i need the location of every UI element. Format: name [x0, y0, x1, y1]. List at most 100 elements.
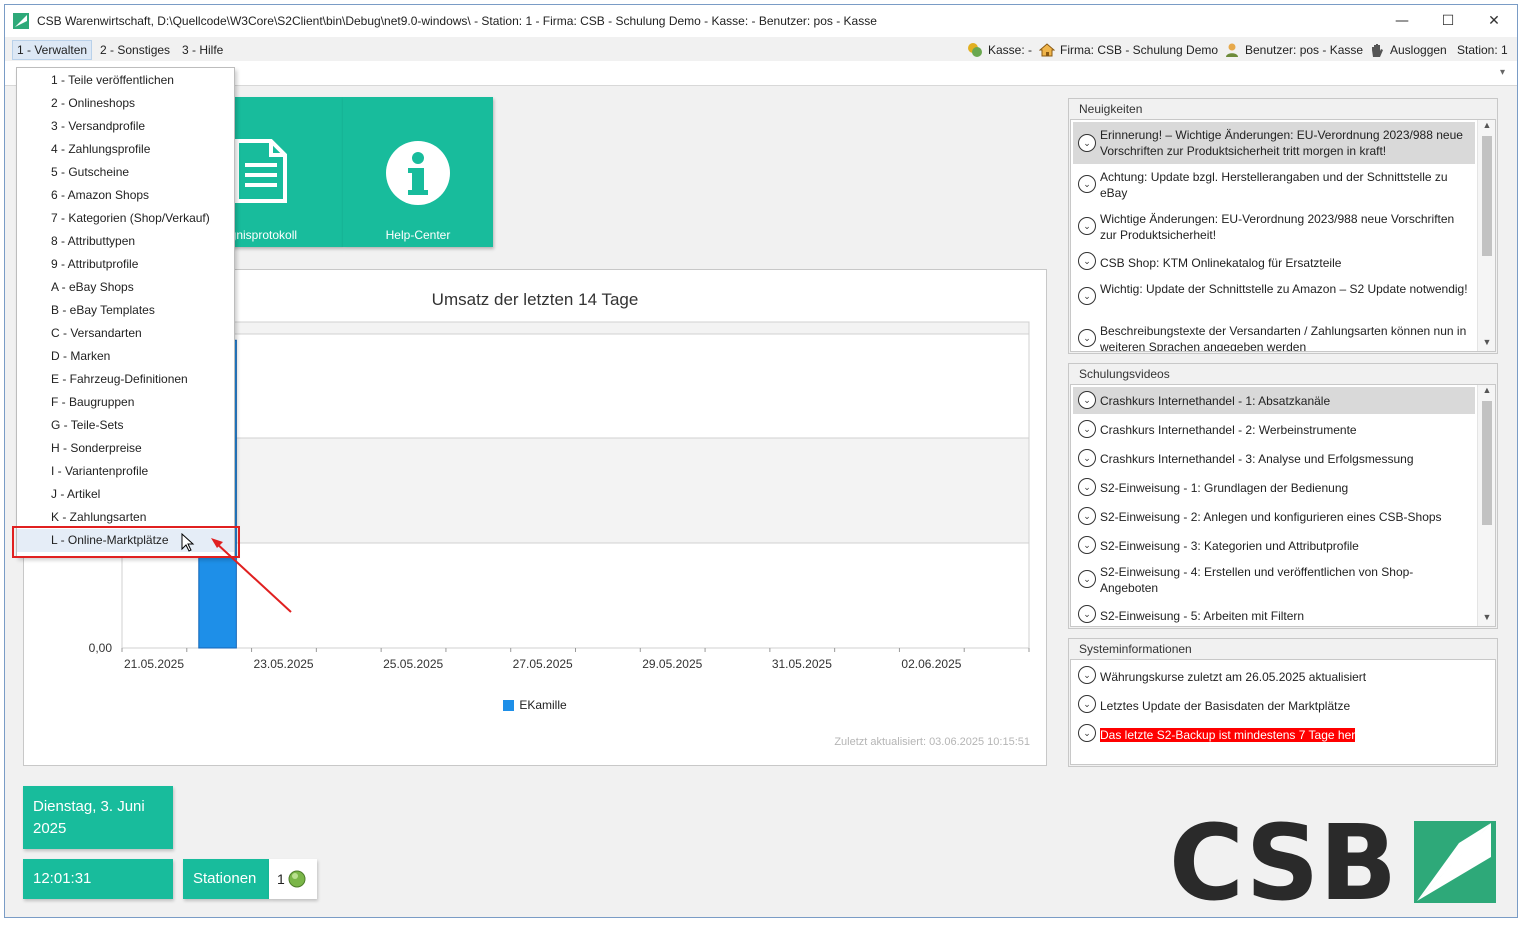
sysinfo-item[interactable]: ⌄ Letztes Update der Basisdaten der Mark…	[1073, 693, 1475, 717]
minimize-button[interactable]: —	[1379, 5, 1425, 37]
chart-header-strip	[121, 321, 1030, 335]
dropdown-item[interactable]: C - Versandarten	[17, 322, 234, 345]
expand-chevron-icon[interactable]: ⌄	[1078, 666, 1096, 684]
title-bar: CSB Warenwirtschaft, D:\Quellcode\W3Core…	[5, 5, 1517, 37]
videos-title: Schulungsvideos	[1079, 367, 1170, 381]
chart-legend: EKamille	[24, 698, 1046, 712]
expand-chevron-icon[interactable]: ⌄	[1078, 175, 1096, 193]
legend-label: EKamille	[519, 698, 567, 712]
chevron-down-icon[interactable]: ▾	[1500, 67, 1505, 78]
expand-chevron-icon[interactable]: ⌄	[1078, 695, 1096, 713]
sysinfo-list: ⌄ Währungskurse zuletzt am 26.05.2025 ak…	[1070, 659, 1496, 765]
videos-list: ⌄ Crashkurs Internethandel - 1: Absatzka…	[1070, 384, 1496, 627]
dropdown-item[interactable]: 4 - Zahlungsprofile	[17, 138, 234, 161]
video-item-text: Crashkurs Internethandel - 3: Analyse un…	[1100, 452, 1414, 466]
expand-chevron-icon[interactable]: ⌄	[1078, 391, 1096, 409]
dropdown-item[interactable]: 9 - Attributprofile	[17, 253, 234, 276]
expand-chevron-icon[interactable]: ⌄	[1078, 134, 1096, 152]
status-station-label: Station: 1	[1457, 43, 1508, 57]
chart-updated-text: Zuletzt aktualisiert: 03.06.2025 10:15:5…	[834, 736, 1030, 748]
sysinfo-item[interactable]: ⌄ Das letzte S2-Backup ist mindestens 7 …	[1073, 722, 1475, 746]
video-item-text: Crashkurs Internethandel - 1: Absatzkanä…	[1100, 394, 1331, 408]
news-item[interactable]: ⌄ CSB Shop: KTM Onlinekatalog für Ersatz…	[1073, 250, 1475, 276]
dropdown-item[interactable]: J - Artikel	[17, 483, 234, 506]
expand-chevron-icon[interactable]: ⌄	[1078, 329, 1096, 347]
expand-chevron-icon[interactable]: ⌄	[1078, 605, 1096, 623]
backup-warning-text: Das letzte S2-Backup ist mindestens 7 Ta…	[1100, 728, 1356, 742]
station-online-icon	[288, 870, 306, 888]
status-firma[interactable]: Firma: CSB - Schulung Demo	[1039, 41, 1218, 59]
dropdown-item[interactable]: 2 - Onlineshops	[17, 92, 234, 115]
dropdown-item[interactable]: G - Teile-Sets	[17, 414, 234, 437]
dropdown-item[interactable]: 8 - Attributtypen	[17, 230, 234, 253]
status-benutzer[interactable]: Benutzer: pos - Kasse	[1224, 41, 1363, 59]
status-kasse[interactable]: Kasse: -	[967, 41, 1032, 59]
scroll-up-icon[interactable]: ▲	[1478, 385, 1495, 399]
dropdown-item[interactable]: 3 - Versandprofile	[17, 115, 234, 138]
menu-hilfe[interactable]: 3 - Hilfe	[177, 40, 228, 60]
video-item[interactable]: ⌄ S2-Einweisung - 3: Kategorien und Attr…	[1073, 532, 1475, 559]
dropdown-item[interactable]: 6 - Amazon Shops	[17, 184, 234, 207]
scroll-down-icon[interactable]: ▼	[1478, 337, 1495, 351]
expand-chevron-icon[interactable]: ⌄	[1078, 570, 1096, 588]
news-scrollbar[interactable]: ▲ ▼	[1477, 120, 1495, 351]
dropdown-item[interactable]: 1 - Teile veröffentlichen	[17, 69, 234, 92]
dropdown-item[interactable]: F - Baugruppen	[17, 391, 234, 414]
news-item[interactable]: ⌄ Achtung: Update bzgl. Herstellerangabe…	[1073, 166, 1475, 206]
expand-chevron-icon[interactable]: ⌄	[1078, 724, 1096, 742]
news-item[interactable]: ⌄ Erinnerung! – Wichtige Änderungen: EU-…	[1073, 122, 1475, 164]
tile-help-center[interactable]: Help-Center	[343, 97, 493, 247]
video-item[interactable]: ⌄ S2-Einweisung - 2: Anlegen und konfigu…	[1073, 503, 1475, 530]
scroll-up-icon[interactable]: ▲	[1478, 120, 1495, 134]
home-icon	[1039, 43, 1055, 57]
expand-chevron-icon[interactable]: ⌄	[1078, 449, 1096, 467]
videos-scrollbar[interactable]: ▲ ▼	[1477, 385, 1495, 626]
dropdown-item[interactable]: B - eBay Templates	[17, 299, 234, 322]
expand-chevron-icon[interactable]: ⌄	[1078, 507, 1096, 525]
expand-chevron-icon[interactable]: ⌄	[1078, 217, 1096, 235]
menu-verwalten[interactable]: 1 - Verwalten	[12, 40, 93, 60]
video-item[interactable]: ⌄ Crashkurs Internethandel - 1: Absatzka…	[1073, 387, 1475, 414]
scroll-down-icon[interactable]: ▼	[1478, 612, 1495, 626]
news-item[interactable]: ⌄ Wichtige Änderungen: EU-Verordnung 202…	[1073, 208, 1475, 248]
expand-chevron-icon[interactable]: ⌄	[1078, 287, 1096, 305]
scroll-thumb[interactable]	[1482, 401, 1492, 525]
expand-chevron-icon[interactable]: ⌄	[1078, 536, 1096, 554]
video-item[interactable]: ⌄ S2-Einweisung - 4: Erstellen und veröf…	[1073, 561, 1475, 601]
dropdown-item[interactable]: I - Variantenprofile	[17, 460, 234, 483]
user-icon	[1226, 43, 1238, 57]
expand-chevron-icon[interactable]: ⌄	[1078, 420, 1096, 438]
close-button[interactable]: ✕	[1471, 5, 1517, 37]
news-item-text: CSB Shop: KTM Onlinekatalog für Ersatzte…	[1100, 256, 1342, 270]
expand-chevron-icon[interactable]: ⌄	[1078, 252, 1096, 270]
video-item[interactable]: ⌄ Crashkurs Internethandel - 2: Werbeins…	[1073, 416, 1475, 443]
chart-x-tick-label: 31.05.2025	[772, 657, 832, 671]
chart-x-tick-label: 21.05.2025	[124, 657, 184, 671]
video-item[interactable]: ⌄ S2-Einweisung - 5: Arbeiten mit Filter…	[1073, 603, 1475, 626]
stationen-tile[interactable]: Stationen	[183, 859, 269, 899]
chart-x-tick-label: 02.06.2025	[901, 657, 961, 671]
dropdown-item[interactable]: 7 - Kategorien (Shop/Verkauf)	[17, 207, 234, 230]
logout-button[interactable]: Ausloggen	[1369, 41, 1447, 59]
app-logo-icon	[13, 13, 29, 29]
dropdown-item[interactable]: 5 - Gutscheine	[17, 161, 234, 184]
dropdown-item[interactable]: D - Marken	[17, 345, 234, 368]
station-status[interactable]: 1	[269, 859, 317, 899]
news-list: ⌄ Erinnerung! – Wichtige Änderungen: EU-…	[1070, 119, 1496, 352]
sysinfo-item-text: Währungskurse zuletzt am 26.05.2025 aktu…	[1100, 670, 1367, 684]
dropdown-item[interactable]: A - eBay Shops	[17, 276, 234, 299]
video-item[interactable]: ⌄ S2-Einweisung - 1: Grundlagen der Bedi…	[1073, 474, 1475, 501]
scroll-thumb[interactable]	[1482, 136, 1492, 256]
menu-bar: 1 - Verwalten 2 - Sonstiges 3 - Hilfe Ka…	[5, 37, 1517, 61]
news-item[interactable]: ⌄ Wichtig: Update der Schnittstelle zu A…	[1073, 278, 1475, 318]
menu-sonstiges[interactable]: 2 - Sonstiges	[95, 40, 175, 60]
expand-chevron-icon[interactable]: ⌄	[1078, 478, 1096, 496]
maximize-button[interactable]: ☐	[1425, 5, 1471, 37]
news-item[interactable]: ⌄ Beschreibungstexte der Versandarten / …	[1073, 320, 1475, 351]
sysinfo-item[interactable]: ⌄ Währungskurse zuletzt am 26.05.2025 ak…	[1073, 664, 1475, 688]
dropdown-item[interactable]: E - Fahrzeug-Definitionen	[17, 368, 234, 391]
video-item[interactable]: ⌄ Crashkurs Internethandel - 3: Analyse …	[1073, 445, 1475, 472]
video-item-text: S2-Einweisung - 2: Anlegen und konfiguri…	[1100, 510, 1442, 524]
sysinfo-title: Systeminformationen	[1079, 642, 1192, 656]
dropdown-item[interactable]: H - Sonderpreise	[17, 437, 234, 460]
